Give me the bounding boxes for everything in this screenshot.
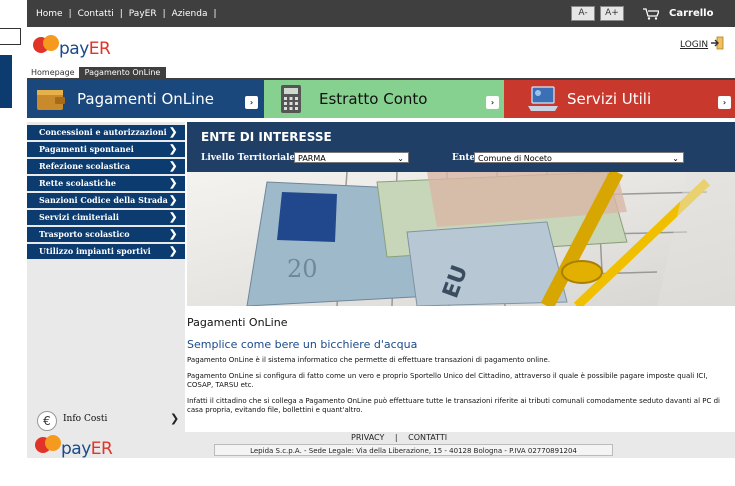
content-paragraph: Pagamento OnLine è il sistema informatic… (187, 356, 551, 364)
svg-text:20: 20 (287, 255, 318, 283)
chevron-right-icon: ❯ (169, 161, 178, 172)
privacy-link[interactable]: PRIVACY (351, 433, 384, 442)
page: Home | Contatti | PayER | Azienda | A- A+ Carre… (27, 0, 735, 486)
sidebar-item-servizi-cimiteriali[interactable]: Servizi cimiteriali ❯ (27, 210, 185, 225)
logo-text-pay: pay (59, 39, 89, 59)
tab-arrow-icon: › (245, 96, 258, 109)
background-window-panel (0, 55, 12, 108)
chevron-right-icon: ❯ (169, 127, 178, 138)
sidebar-item-pagamenti-spontanei[interactable]: Pagamenti spontanei ❯ (27, 142, 185, 157)
font-decrease-button[interactable]: A- (571, 6, 595, 21)
content-title: Pagamenti OnLine (187, 316, 288, 329)
intro-content: Pagamenti OnLine Semplice come bere un b… (187, 306, 735, 432)
ente-panel: ENTE DI INTERESSE Livello Territoriale P… (187, 122, 735, 172)
chevron-right-icon: ❯ (169, 229, 178, 240)
payer-logo[interactable]: payER (33, 32, 113, 62)
chevron-down-icon: ⌄ (397, 154, 404, 163)
tab-pagamenti-online[interactable]: Pagamenti OnLine › (27, 80, 264, 118)
logo-text-er: ER (90, 439, 113, 459)
tab-servizi-utili[interactable]: Servizi Utili › (504, 80, 735, 118)
logo-text-pay: pay (61, 439, 91, 459)
background-window-input (0, 28, 21, 45)
top-bar: Home | Contatti | PayER | Azienda | A- A+ Carre… (27, 0, 735, 27)
font-increase-button[interactable]: A+ (600, 6, 624, 21)
footer: PRIVACY | CONTATTI Lepida S.c.p.A. - Sed… (27, 432, 735, 458)
ente-title: ENTE DI INTERESSE (201, 130, 332, 144)
logo-orange-dot (45, 435, 61, 451)
sidebar-item-concessioni[interactable]: Concessioni e autorizzazioni ❯ (27, 125, 185, 140)
sidebar-item-impianti-sportivi[interactable]: Utilizzo impianti sportivi ❯ (27, 244, 185, 259)
sidebar: Concessioni e autorizzazioni ❯ Pagamenti … (27, 122, 185, 432)
footer-links: PRIVACY | CONTATTI (351, 433, 447, 442)
login-link[interactable]: LOGIN (680, 40, 708, 50)
wallet-icon (37, 90, 65, 110)
chevron-right-icon: ❯ (169, 246, 178, 257)
top-links: Home | Contatti | PayER | Azienda | (36, 9, 217, 19)
background-window-fragment (0, 0, 25, 486)
content-paragraph: Infatti il cittadino che si collega a Pa… (187, 397, 720, 414)
chevron-right-icon: ❯ (170, 412, 180, 425)
top-link-payer[interactable]: PayER (129, 9, 157, 19)
footer-payer-logo: payER (35, 432, 115, 459)
chevron-right-icon: ❯ (169, 144, 178, 155)
calculator-icon (281, 85, 301, 113)
login-arrow-icon[interactable] (710, 36, 724, 50)
cart-icon[interactable] (643, 8, 659, 20)
info-costi-link[interactable]: € Info Costi ❯ (37, 410, 187, 431)
cart-link[interactable]: Carrello (669, 8, 713, 19)
euro-icon: € (37, 411, 57, 431)
hero-banknotes-image: EU 20 (187, 172, 735, 306)
chevron-right-icon: ❯ (169, 195, 178, 206)
footer-separator: | (394, 433, 398, 442)
tab-estratto-conto[interactable]: Estratto Conto › (264, 80, 504, 118)
top-link-azienda[interactable]: Azienda (172, 9, 208, 19)
tab-label: Pagamenti OnLine (77, 90, 215, 108)
sidebar-item-rette-scolastiche[interactable]: Rette scolastiche ❯ (27, 176, 185, 191)
tab-label: Servizi Utili (567, 90, 652, 108)
laptop-icon (528, 86, 558, 111)
tab-arrow-icon: › (486, 96, 499, 109)
tab-arrow-icon: › (718, 96, 731, 109)
legal-notice: Lepida S.c.p.A. - Sede Legale: Via della… (214, 444, 613, 456)
sidebar-item-refezione-scolastica[interactable]: Refezione scolastica ❯ (27, 159, 185, 174)
info-costi-label: Info Costi (63, 414, 108, 424)
sidebar-item-trasporto-scolastico[interactable]: Trasporto scolastico ❯ (27, 227, 185, 242)
logo-text-er: ER (88, 39, 111, 59)
sidebar-item-sanzioni[interactable]: Sanzioni Codice della Strada ❯ (27, 193, 185, 208)
chevron-down-icon: ⌄ (672, 154, 679, 163)
ente-select[interactable]: Comune di Noceto ⌄ (474, 152, 684, 163)
content-paragraph: Pagamento OnLine si configura di fatto c… (187, 372, 708, 389)
content-subtitle: Semplice come bere un bicchiere d'acqua (187, 338, 418, 351)
top-link-contatti[interactable]: Contatti (78, 9, 114, 19)
top-link-home[interactable]: Home (36, 9, 63, 19)
logo-orange-dot (43, 35, 59, 51)
ente-label: Ente (452, 153, 476, 163)
tab-label: Estratto Conto (319, 90, 428, 108)
chevron-right-icon: ❯ (169, 212, 178, 223)
chevron-right-icon: ❯ (169, 178, 178, 189)
contatti-link[interactable]: CONTATTI (408, 433, 447, 442)
livello-select[interactable]: PARMA ⌄ (294, 152, 409, 163)
livello-label: Livello Territoriale (201, 153, 296, 163)
